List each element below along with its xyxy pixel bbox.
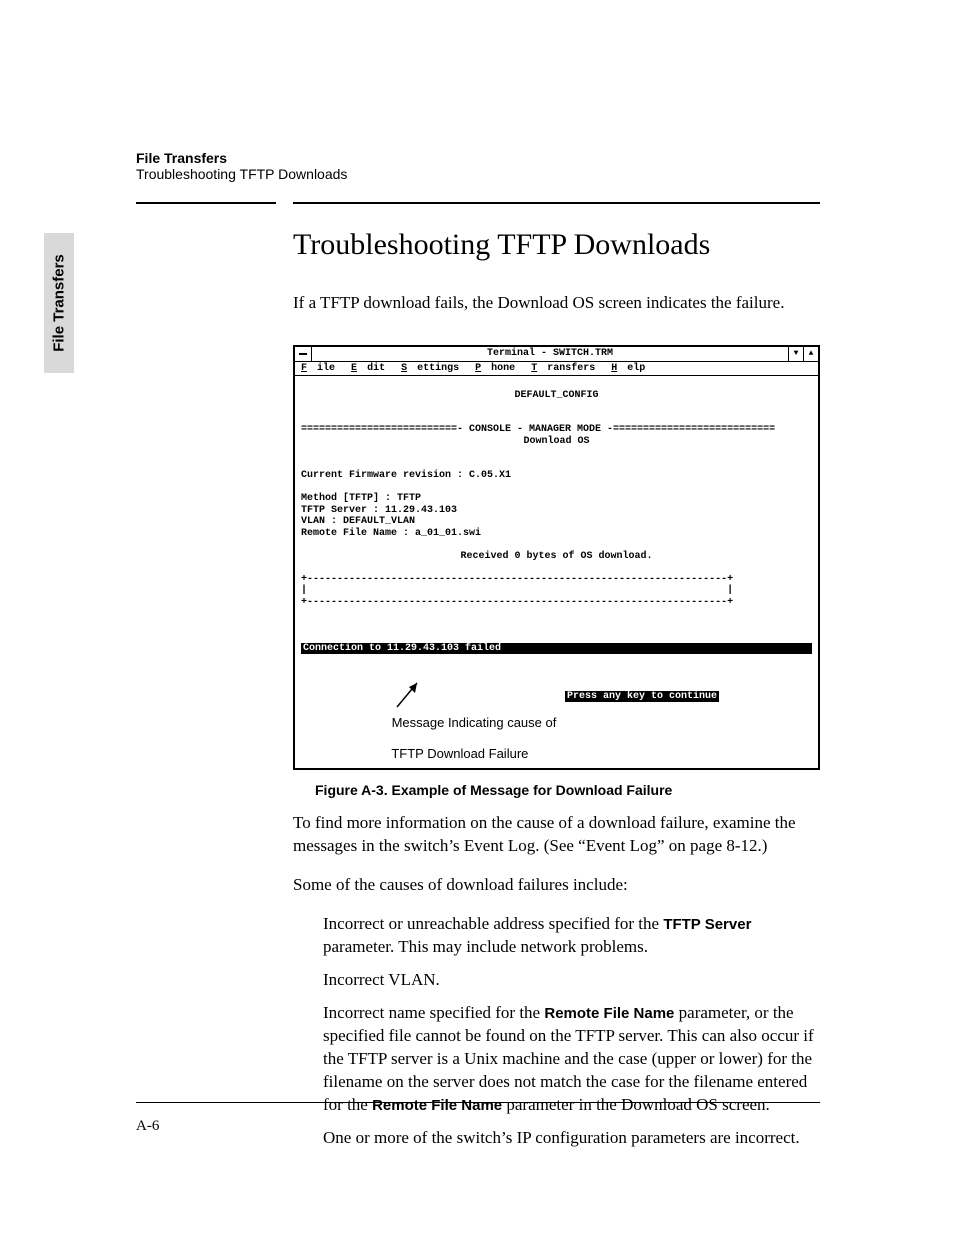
t-header-right: DEFAULT_CONFIG [301,390,812,402]
t-line0: Method [TFTP] : TFTP [301,493,421,504]
side-tab-label: File Transfers [51,254,68,352]
rule-long [293,202,820,204]
para-list-intro: Some of the causes of download failures … [293,874,820,897]
t-blank [301,413,307,424]
para-eventlog: To find more information on the cause of… [293,812,820,858]
t-blank5 [301,608,307,619]
bullet-3: Incorrect name specified for the Remote … [323,1002,820,1117]
footer-rule [136,1102,820,1103]
lead-paragraph: If a TFTP download fails, the Download O… [293,292,820,315]
running-head: File Transfers Troubleshooting TFTP Down… [136,150,347,182]
running-head-title: File Transfers [136,150,227,166]
t-bar-bot: +---------------------------------------… [301,597,733,608]
bullet-4: One or more of the switch’s IP configura… [323,1127,820,1150]
callout-text: Message Indicating cause of TFTP Downloa… [341,699,556,777]
menu-transfers: Transfers [531,363,595,374]
figure-a3: Terminal - SWITCH.TRM ▼ ▲ File Edit Sett… [293,345,820,799]
bullet-list: Incorrect or unreachable address specifi… [323,913,820,1149]
t-line1: TFTP Server : 11.29.43.103 [301,505,457,516]
t-line3: Remote File Name : a_01_01.swi [301,528,481,539]
system-menu-icon [295,347,312,361]
t-bar-mid: | | [301,585,733,596]
t-blank3 [301,482,307,493]
t-subtitle: Download OS [301,436,812,448]
page-number: A-6 [136,1118,159,1135]
terminal-window: Terminal - SWITCH.TRM ▼ ▲ File Edit Sett… [293,345,820,771]
page-title: Troubleshooting TFTP Downloads [293,228,820,262]
callout-l2: TFTP Download Failure [391,746,528,761]
minimize-icon: ▼ [788,347,803,361]
menubar: File Edit Settings Phone Transfers Help [295,362,818,377]
window-titlebar: Terminal - SWITCH.TRM ▼ ▲ [295,347,818,362]
body-column: Troubleshooting TFTP Downloads If a TFTP… [293,228,820,1160]
t-fail: Connection to 11.29.43.103 failed [301,643,812,655]
running-head-sub: Troubleshooting TFTP Downloads [136,166,347,182]
rule-short [136,202,276,204]
menu-help: Help [611,363,645,374]
menu-edit: Edit [351,363,385,374]
callout-row: Press any key to continue Message Indica… [301,677,812,737]
menu-settings: Settings [401,363,459,374]
window-title: Terminal - SWITCH.TRM [312,347,788,361]
maximize-icon: ▲ [803,347,818,361]
t-mode: ==========================- CONSOLE - MA… [301,424,775,435]
t-blank7 [301,631,307,642]
t-firmware: Current Firmware revision : C.05.X1 [301,470,511,481]
t-blank4 [301,539,307,550]
t-bar-top: +---------------------------------------… [301,574,733,585]
t-line2: VLAN : DEFAULT_VLAN [301,516,415,527]
bullet-1: Incorrect or unreachable address specifi… [323,913,820,959]
t-received: Received 0 bytes of OS download. [301,551,812,563]
menu-file: File [301,363,335,374]
figure-caption: Figure A-3. Example of Message for Downl… [315,782,820,798]
t-blank2 [301,459,307,470]
bullet-2: Incorrect VLAN. [323,969,820,992]
menu-phone: Phone [475,363,515,374]
t-blank6 [301,620,307,631]
callout-l1: Message Indicating cause of [392,715,557,730]
side-tab: File Transfers [44,233,74,373]
terminal-body: DEFAULT_CONFIG =========================… [295,376,818,768]
